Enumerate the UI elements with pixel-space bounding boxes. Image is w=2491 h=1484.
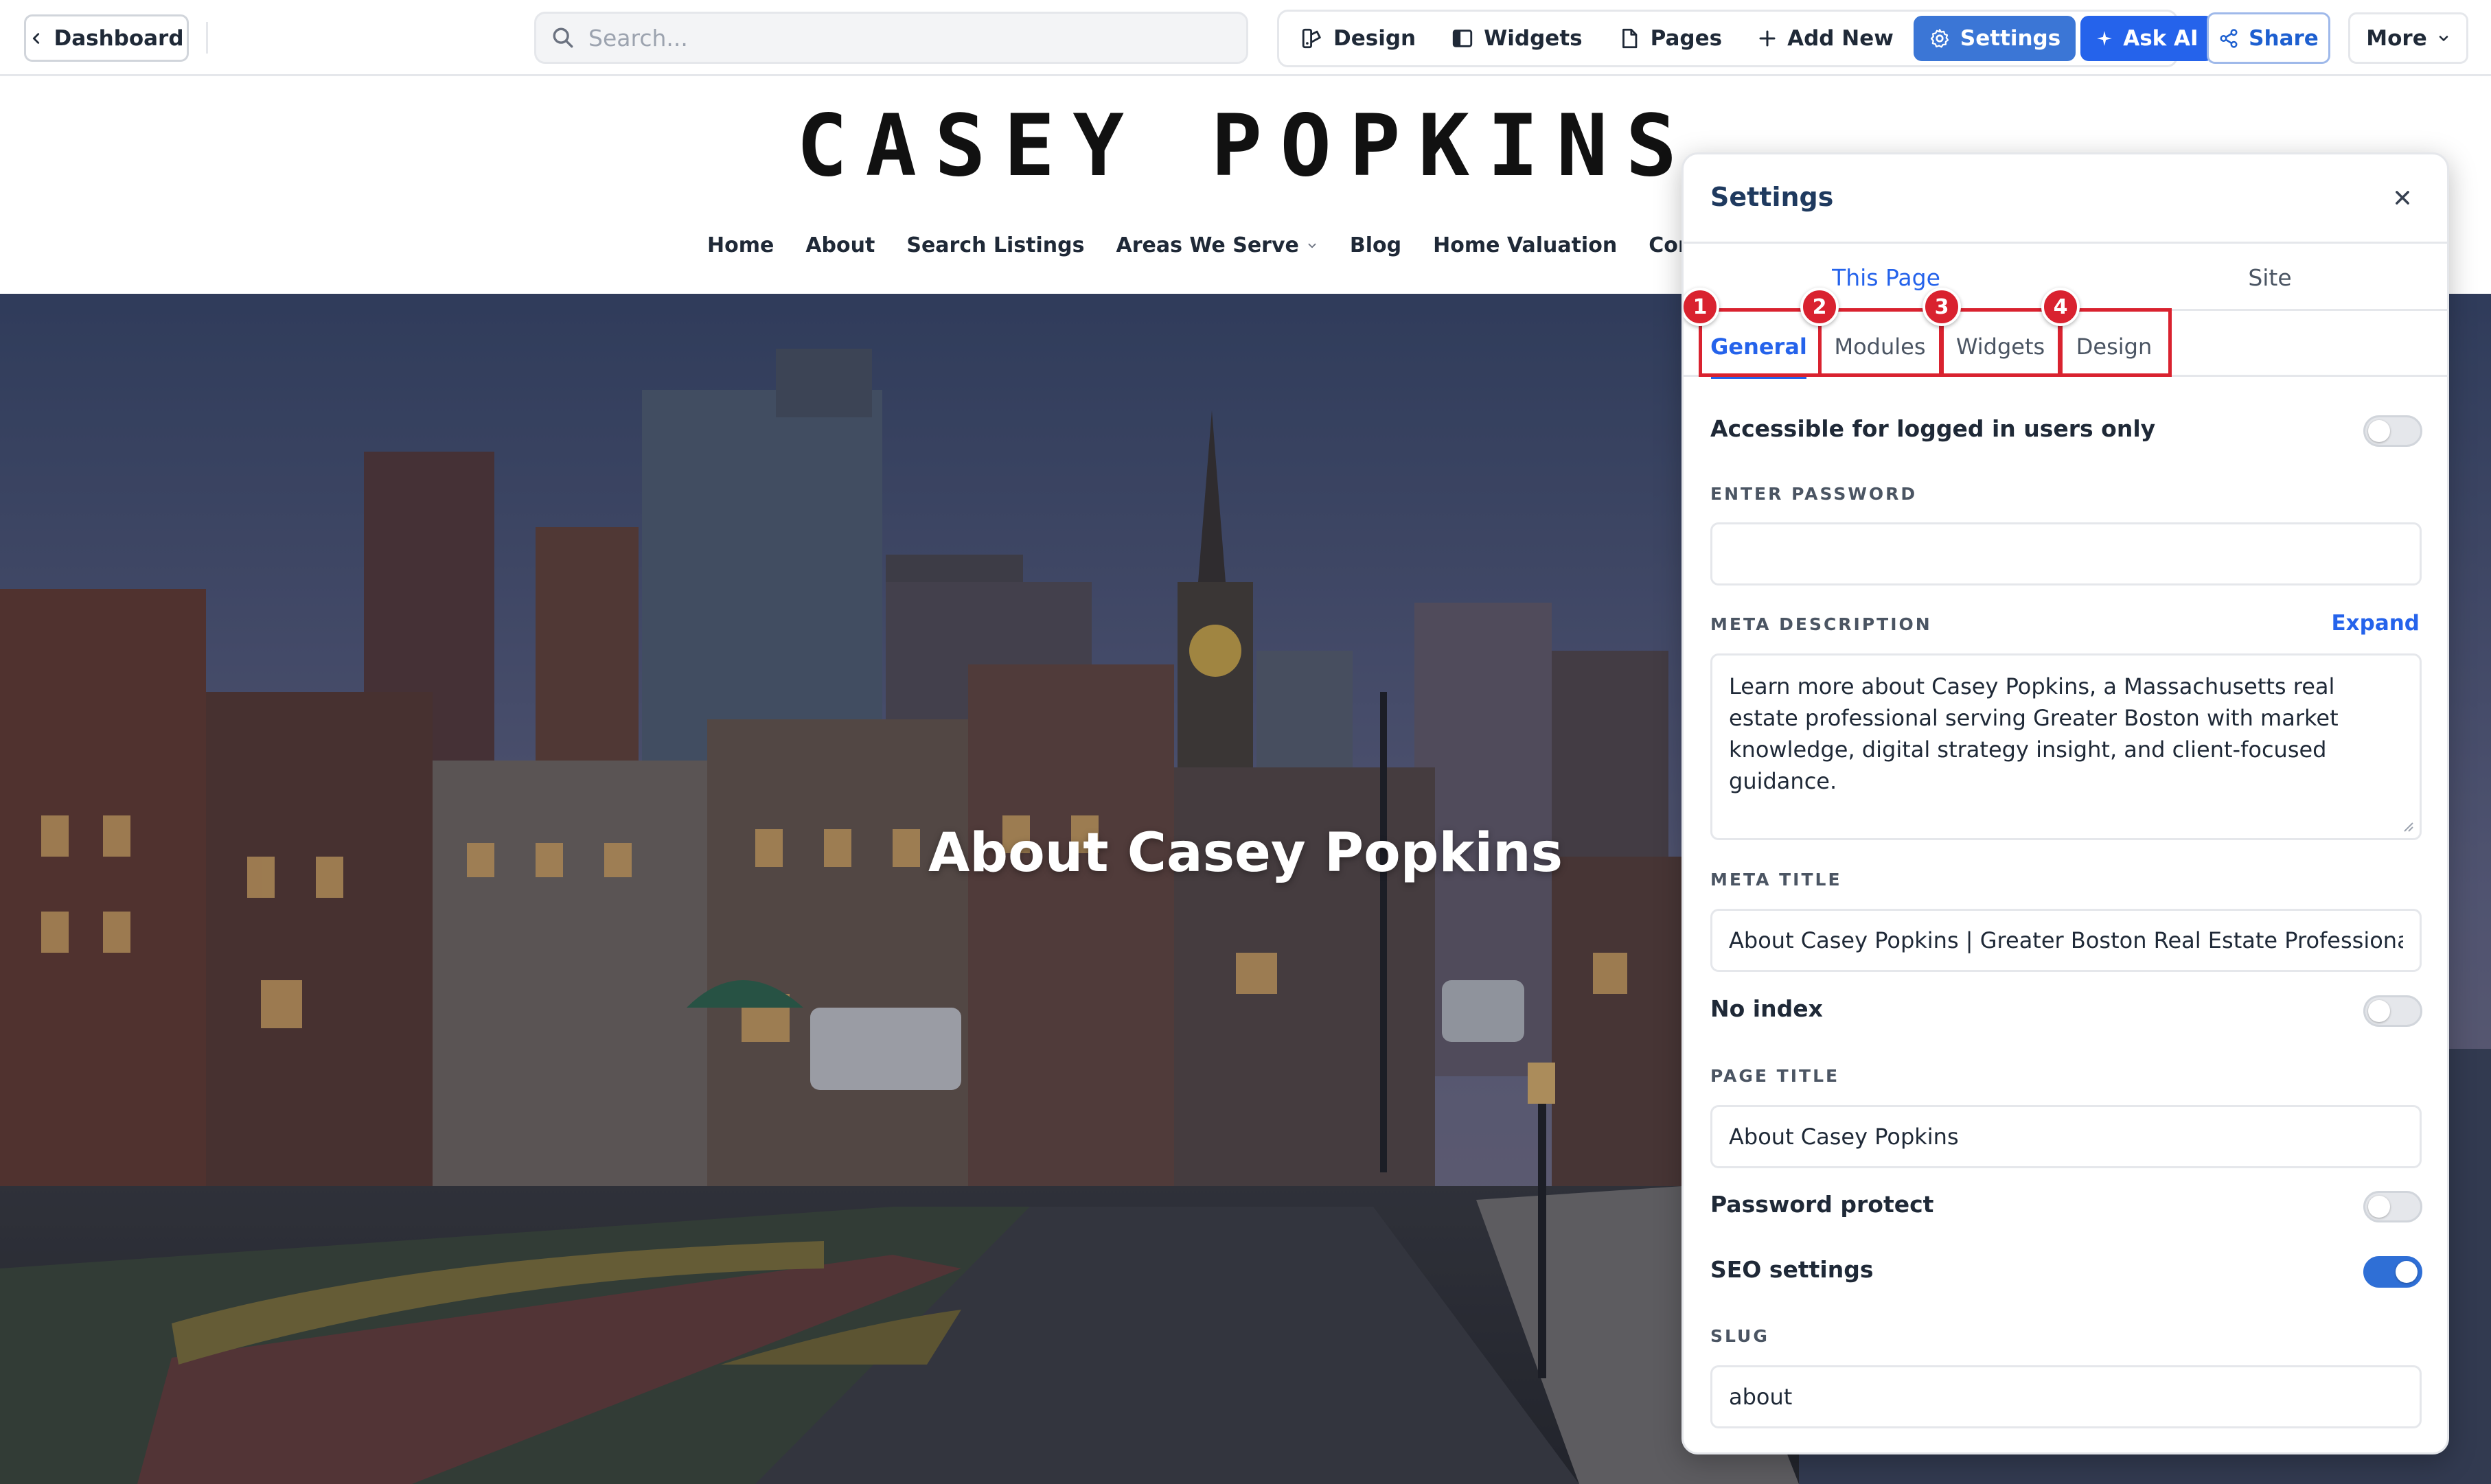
nav-item-search-listings[interactable]: Search Listings (906, 233, 1084, 257)
password-input[interactable] (1712, 524, 2420, 583)
plus-icon (1759, 30, 1776, 47)
palette-icon (1302, 28, 1321, 49)
add-new-button[interactable]: Add New (1742, 16, 1909, 61)
dashboard-button[interactable]: Dashboard (24, 14, 189, 62)
meta-title-label: META TITLE (1710, 870, 1842, 890)
search-box[interactable] (534, 12, 1248, 64)
annotation-badge-4: 4 (2041, 288, 2080, 326)
editor-toolbar: Dashboard Design Widgets Pages Add New S… (0, 0, 2491, 76)
meta-title-field[interactable] (1710, 909, 2422, 972)
tab-site[interactable]: Site (2089, 244, 2447, 311)
chevron-left-icon (33, 32, 40, 44)
design-tool-button[interactable]: Design (1285, 16, 1431, 61)
tab-design[interactable]: Design (2060, 316, 2168, 377)
meta-description-label: META DESCRIPTION (1710, 614, 1932, 634)
ask-ai-button[interactable]: Ask AI (2080, 16, 2214, 61)
widgets-tool-button[interactable]: Widgets (1436, 16, 1598, 61)
site-navigation: Home About Search Listings Areas We Serv… (707, 233, 1738, 257)
more-label: More (2366, 25, 2427, 51)
more-button[interactable]: More (2348, 12, 2468, 64)
page-title-field[interactable] (1710, 1105, 2422, 1168)
no-index-toggle[interactable] (2363, 995, 2422, 1027)
page-title-label: PAGE TITLE (1710, 1066, 1840, 1086)
expand-link[interactable]: Expand (2331, 611, 2420, 636)
tab-widgets[interactable]: Widgets (1941, 316, 2060, 377)
toolbar-divider (206, 22, 208, 54)
pages-tool-label: Pages (1650, 26, 1723, 51)
settings-tool-label: Settings (1960, 26, 2061, 51)
ask-ai-label: Ask AI (2123, 26, 2199, 51)
sparkle-icon (2097, 31, 2113, 46)
toggle-knob (2396, 1261, 2418, 1283)
settings-tool-button[interactable]: Settings (1913, 16, 2076, 61)
resize-grip-icon[interactable] (2400, 819, 2414, 833)
file-icon (1622, 28, 1637, 49)
password-protect-toggle[interactable] (2363, 1191, 2422, 1222)
annotation-badge-2: 2 (1800, 288, 1839, 326)
slug-field[interactable] (1710, 1365, 2422, 1428)
search-input[interactable] (587, 23, 1205, 52)
nav-item-home[interactable]: Home (707, 233, 774, 257)
share-icon (2220, 28, 2238, 48)
share-button[interactable]: Share (2207, 12, 2330, 64)
password-protect-label: Password protect (1710, 1191, 1934, 1218)
nav-item-home-valuation[interactable]: Home Valuation (1433, 233, 1617, 257)
password-field[interactable] (1710, 522, 2422, 586)
chevron-down-icon (1308, 243, 1316, 248)
close-button[interactable] (2385, 181, 2420, 215)
widgets-tool-label: Widgets (1484, 26, 1583, 51)
toggle-knob (2368, 420, 2390, 442)
pages-tool-button[interactable]: Pages (1603, 16, 1737, 61)
slug-label: SLUG (1710, 1326, 1769, 1346)
editor-tool-group: Design Widgets Pages Add New Settings As… (1277, 10, 2214, 67)
meta-description-textarea[interactable]: Learn more about Casey Popkins, a Massac… (1712, 656, 2420, 838)
seo-settings-label: SEO settings (1710, 1256, 1874, 1283)
nav-item-blog[interactable]: Blog (1350, 233, 1401, 257)
logged-in-only-toggle[interactable] (2363, 415, 2422, 447)
gear-icon (1930, 29, 1949, 48)
nav-item-about[interactable]: About (805, 233, 875, 257)
toggle-knob (2368, 1000, 2390, 1022)
settings-panel-header: Settings (1684, 154, 2447, 244)
design-tool-label: Design (1333, 26, 1416, 51)
add-new-label: Add New (1787, 26, 1894, 51)
tab-this-page[interactable]: This Page (1684, 244, 2089, 311)
search-icon (553, 27, 573, 48)
logged-in-only-label: Accessible for logged in users only (1710, 415, 2156, 442)
page-title-input[interactable] (1712, 1107, 2420, 1166)
annotation-badge-3: 3 (1922, 288, 1961, 326)
sidebar-layout-icon (1452, 30, 1473, 47)
close-icon (2396, 191, 2409, 205)
no-index-label: No index (1710, 995, 1823, 1022)
settings-panel: Settings This Page Site General Modules … (1681, 152, 2449, 1454)
site-title: CASEY POPKINS (796, 97, 1695, 196)
tab-modules[interactable]: Modules (1819, 316, 1941, 377)
nav-item-areas-we-serve[interactable]: Areas We Serve (1116, 233, 1318, 257)
share-label: Share (2249, 25, 2319, 51)
toggle-knob (2368, 1196, 2390, 1218)
seo-settings-toggle[interactable] (2363, 1256, 2422, 1288)
slug-input[interactable] (1712, 1367, 2420, 1426)
settings-panel-title: Settings (1710, 182, 1834, 212)
chevron-down-icon (2439, 35, 2448, 41)
meta-description-field[interactable]: Learn more about Casey Popkins, a Massac… (1710, 653, 2422, 840)
meta-title-input[interactable] (1712, 911, 2420, 970)
dashboard-label: Dashboard (54, 25, 184, 51)
hero-title: About Casey Popkins (928, 822, 1563, 884)
password-label: ENTER PASSWORD (1710, 484, 1918, 504)
annotation-badge-1: 1 (1684, 288, 1719, 326)
tab-general[interactable]: General (1699, 316, 1819, 379)
